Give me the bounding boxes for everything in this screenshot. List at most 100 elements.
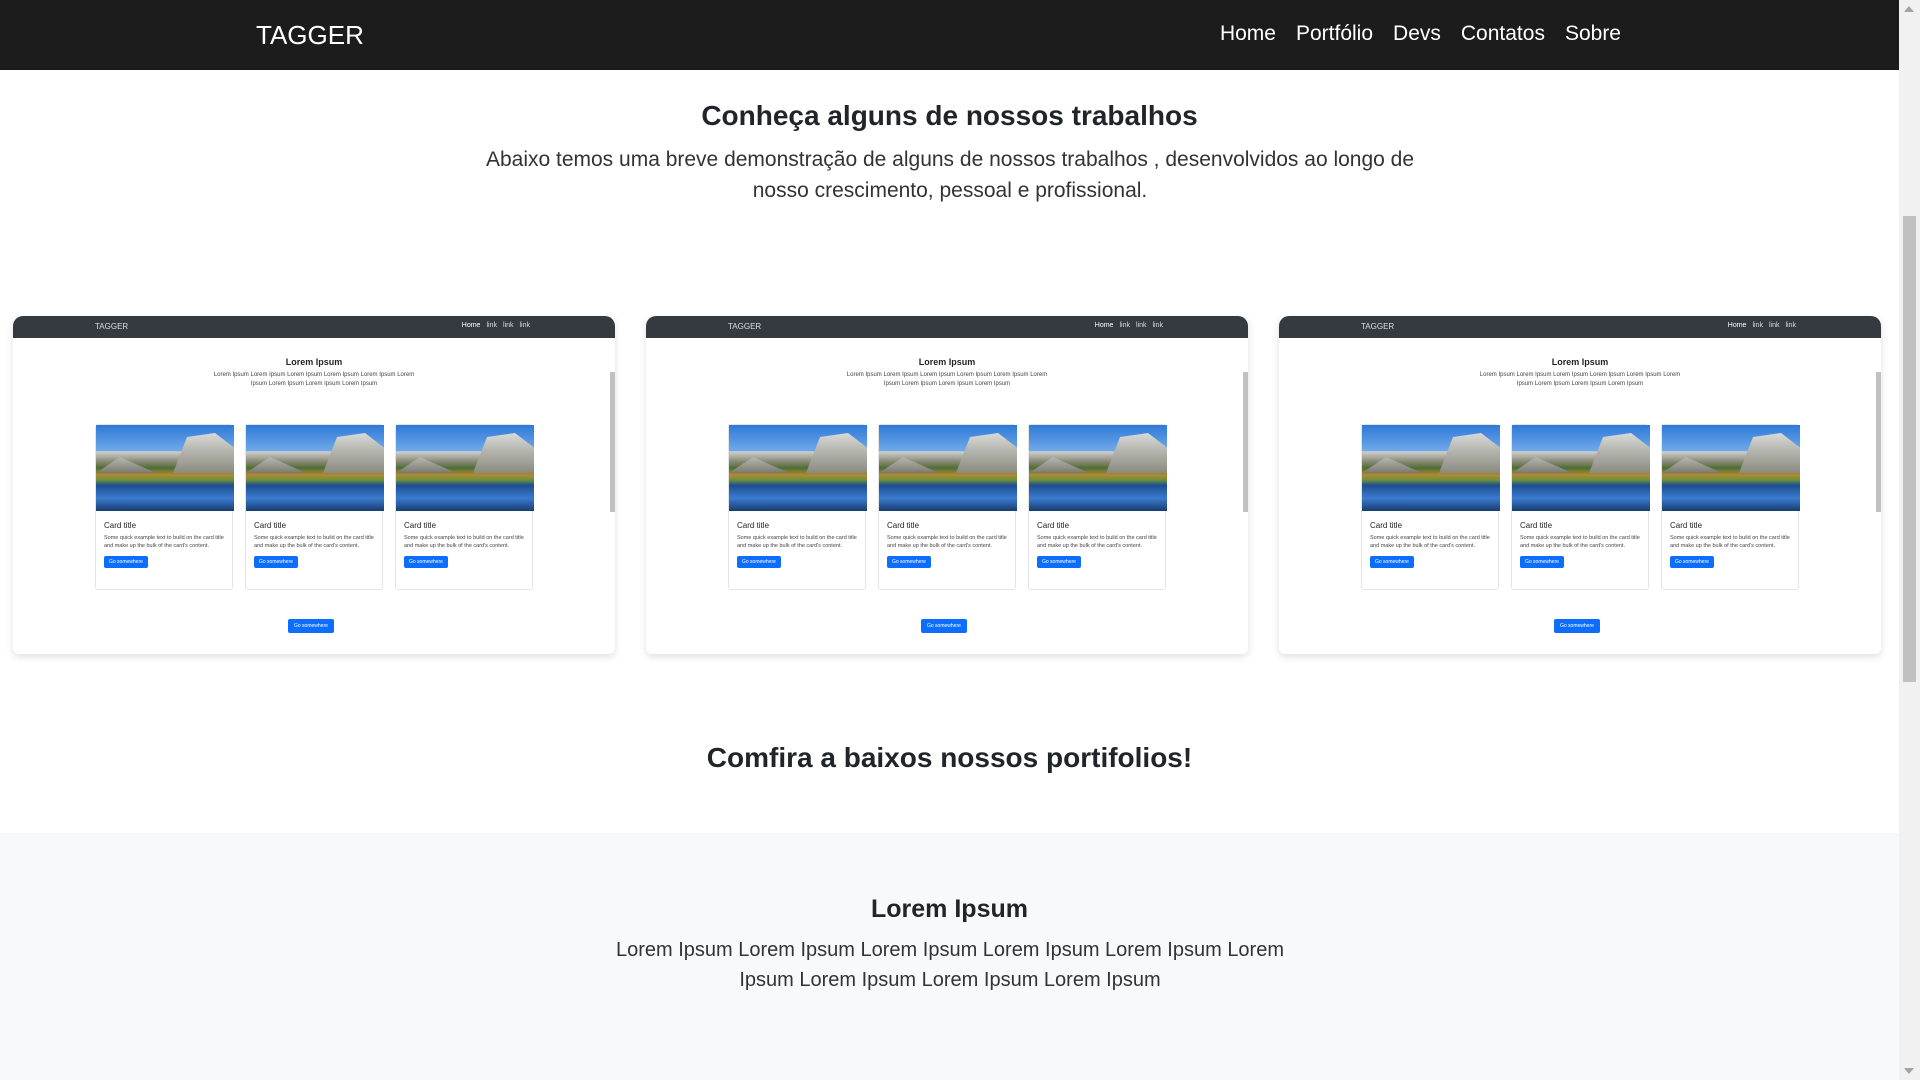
preview-card-button: Go somewhere [1670, 556, 1714, 568]
preview-card: Card title Some quick example text to bu… [245, 424, 384, 590]
preview-navbar: TAGGER Home link link link [1279, 316, 1881, 338]
landscape-image [879, 425, 1017, 511]
preview-link: link [1768, 322, 1780, 329]
preview-card: Card title Some quick example text to bu… [878, 424, 1017, 590]
preview-card-text: Some quick example text to build on the … [1037, 535, 1157, 549]
preview-nav-links: Home link link link [1728, 322, 1796, 329]
brand-logo[interactable]: TAGGER [256, 20, 364, 51]
scrollbar-thumb[interactable] [1903, 216, 1916, 682]
preview-card-title: Card title [1670, 521, 1703, 530]
preview-card: Card title Some quick example text to bu… [728, 424, 867, 590]
preview-card: Card title Some quick example text to bu… [1511, 424, 1650, 590]
landscape-image [729, 425, 867, 511]
portfolio-heading: Comfira a baixos nossos portifolios! [706, 742, 1193, 773]
preview-card-button: Go somewhere [737, 556, 781, 568]
preview-card-title: Card title [1370, 521, 1403, 530]
preview-subtitle: Lorem Ipsum Lorem Ipsum Lorem Ipsum Lore… [846, 372, 1048, 387]
preview-link: link [1752, 322, 1763, 329]
nav-link-sobre[interactable]: Sobre [1565, 22, 1621, 46]
works-title: Conheça alguns de nossos trabalhos [701, 100, 1198, 131]
preview-card: Card title Some quick example text to bu… [1361, 424, 1500, 590]
preview-card-title: Card title [887, 521, 920, 530]
preview-link: link [502, 322, 514, 329]
preview-brand: TAGGER [95, 322, 129, 331]
portfolio-screenshot-3[interactable]: TAGGER Home link link link Lorem Ipsum L… [1279, 316, 1881, 654]
preview-card-button: Go somewhere [1520, 556, 1564, 568]
preview-subtitle: Lorem Ipsum Lorem Ipsum Lorem Ipsum Lore… [213, 372, 415, 387]
preview-card-text: Some quick example text to build on the … [1370, 535, 1490, 549]
preview-card-text: Some quick example text to build on the … [1520, 535, 1640, 549]
nav-links: Home Portfólio Devs Contatos Sobre [1220, 22, 1621, 46]
preview-card: Card title Some quick example text to bu… [395, 424, 534, 590]
works-description: Abaixo temos uma breve demonstração de a… [485, 148, 1415, 202]
preview-subtitle: Lorem Ipsum Lorem Ipsum Lorem Ipsum Lore… [1479, 372, 1681, 387]
landscape-image [396, 425, 534, 511]
preview-title: Lorem Ipsum [1551, 357, 1609, 367]
lorem-title: Lorem Ipsum [871, 895, 1028, 923]
preview-nav-links: Home link link link [462, 322, 530, 329]
preview-card-title: Card title [1037, 521, 1070, 530]
preview-link: link [519, 322, 530, 329]
preview-card: Card title Some quick example text to bu… [1661, 424, 1800, 590]
navbar: TAGGER Home Portfólio Devs Contatos Sobr… [0, 0, 1899, 70]
preview-title: Lorem Ipsum [285, 357, 343, 367]
landscape-image [246, 425, 384, 511]
preview-card-button: Go somewhere [1037, 556, 1081, 568]
preview-card-title: Card title [104, 521, 137, 530]
preview-cards: Card title Some quick example text to bu… [728, 424, 1167, 590]
preview-card-text: Some quick example text to build on the … [1670, 535, 1790, 549]
preview-card-button: Go somewhere [887, 556, 931, 568]
landscape-image [1662, 425, 1800, 511]
preview-link: Home [1727, 322, 1747, 329]
preview-card-button: Go somewhere [104, 556, 148, 568]
preview-link: link [1135, 322, 1147, 329]
preview-card-button: Go somewhere [1370, 556, 1414, 568]
portfolio-screenshot-2[interactable]: TAGGER Home link link link Lorem Ipsum L… [646, 316, 1248, 654]
preview-card-title: Card title [737, 521, 770, 530]
preview-navbar: TAGGER Home link link link [13, 316, 615, 338]
portfolio-screenshot-1[interactable]: TAGGER Home link link link Lorem Ipsum L… [13, 316, 615, 654]
preview-card-title: Card title [1520, 521, 1553, 530]
preview-card-button: Go somewhere [404, 556, 448, 568]
preview-card: Card title Some quick example text to bu… [95, 424, 234, 590]
nav-link-home[interactable]: Home [1220, 22, 1276, 46]
preview-link: link [1152, 322, 1163, 329]
preview-bottom-button: Go somewhere [921, 619, 967, 633]
preview-link: Home [461, 322, 481, 329]
preview-scrollbar [1876, 372, 1881, 512]
preview-card: Card title Some quick example text to bu… [1028, 424, 1167, 590]
preview-brand: TAGGER [1361, 322, 1395, 331]
preview-cards: Card title Some quick example text to bu… [95, 424, 534, 590]
nav-link-portfolio[interactable]: Portfólio [1296, 22, 1373, 46]
preview-card-title: Card title [404, 521, 437, 530]
landscape-image [1029, 425, 1167, 511]
preview-link: Home [1094, 322, 1114, 329]
preview-link: link [486, 322, 497, 329]
preview-nav-links: Home link link link [1095, 322, 1163, 329]
preview-title: Lorem Ipsum [918, 357, 976, 367]
preview-brand: TAGGER [728, 322, 762, 331]
preview-card-text: Some quick example text to build on the … [104, 535, 224, 549]
preview-card-button: Go somewhere [254, 556, 298, 568]
nav-link-devs[interactable]: Devs [1393, 22, 1441, 46]
preview-scrollbar [1243, 372, 1248, 512]
landscape-image [1512, 425, 1650, 511]
scroll-down-arrow-icon[interactable] [1904, 1068, 1914, 1074]
preview-scrollbar [610, 372, 615, 512]
lorem-section: Lorem Ipsum Lorem Ipsum Lorem Ipsum Lore… [0, 833, 1899, 1080]
scroll-up-arrow-icon[interactable] [1904, 6, 1914, 12]
preview-link: link [1785, 322, 1796, 329]
preview-link: link [1119, 322, 1130, 329]
nav-link-contatos[interactable]: Contatos [1461, 22, 1545, 46]
landscape-image [96, 425, 234, 511]
preview-card-title: Card title [254, 521, 287, 530]
preview-card-text: Some quick example text to build on the … [887, 535, 1007, 549]
preview-navbar: TAGGER Home link link link [646, 316, 1248, 338]
landscape-image [1362, 425, 1500, 511]
preview-card-text: Some quick example text to build on the … [404, 535, 524, 549]
preview-card-text: Some quick example text to build on the … [737, 535, 857, 549]
lorem-text: Lorem Ipsum Lorem Ipsum Lorem Ipsum Lore… [615, 939, 1285, 991]
page-scrollbar[interactable] [1899, 0, 1920, 1080]
preview-bottom-button: Go somewhere [288, 619, 334, 633]
preview-card-text: Some quick example text to build on the … [254, 535, 374, 549]
